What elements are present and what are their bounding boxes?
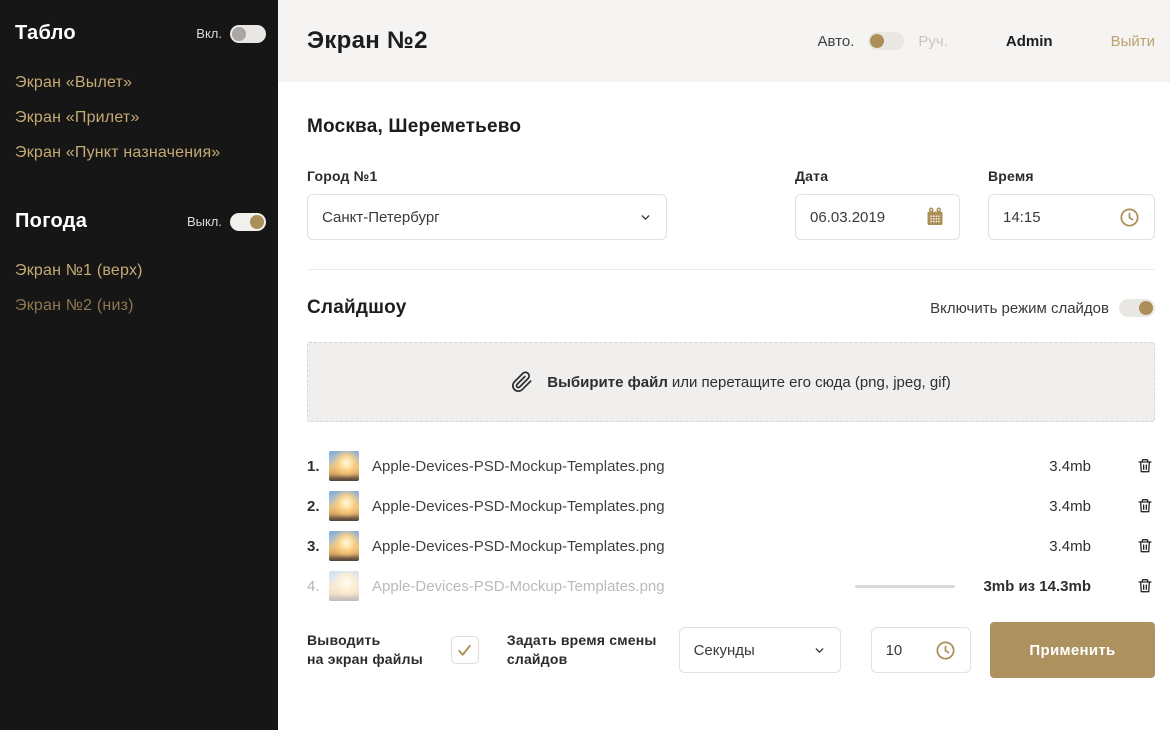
logout-link[interactable]: Выйти <box>1111 33 1155 50</box>
slide-interval-label-line2: слайдов <box>507 651 568 667</box>
slideshow-heading: Слайдшоу <box>307 297 406 319</box>
date-input-box <box>795 194 960 240</box>
interval-value-input[interactable] <box>886 642 935 659</box>
apply-button[interactable]: Применить <box>990 622 1155 678</box>
upload-progress-bar <box>855 585 955 588</box>
file-number: 1. <box>307 458 329 475</box>
delete-file-button[interactable] <box>1137 576 1155 596</box>
toggle-knob <box>1139 301 1153 315</box>
weather-toggle-label: Выкл. <box>187 214 222 229</box>
file-thumbnail <box>329 451 359 481</box>
board-toggle-label: Вкл. <box>196 26 222 41</box>
sidebar: Табло Вкл. Экран «Вылет» Экран «Прилет» … <box>0 0 278 730</box>
file-number: 4. <box>307 578 329 595</box>
delete-file-button[interactable] <box>1137 496 1155 516</box>
file-thumbnail <box>329 531 359 561</box>
board-section-title: Табло <box>15 22 76 45</box>
interval-value-box <box>871 627 971 673</box>
file-number: 2. <box>307 498 329 515</box>
slide-interval-label-line1: Задать время смены <box>507 632 657 648</box>
topbar: Экран №2 Авто. Руч. Admin Выйти <box>278 0 1170 82</box>
city-select-value: Санкт-Петербург <box>322 209 440 226</box>
date-label: Дата <box>795 168 960 184</box>
sidebar-item-screen-2-bottom[interactable]: Экран №2 (низ) <box>15 288 266 323</box>
calendar-icon[interactable] <box>925 207 945 227</box>
time-input-box <box>988 194 1155 240</box>
file-thumbnail <box>329 491 359 521</box>
output-files-label: Выводить на экран файлы <box>307 631 423 669</box>
toggle-knob <box>232 27 246 41</box>
date-input[interactable] <box>810 209 925 226</box>
file-upload-dropzone[interactable]: Выбирите файлили перетащите его сюда (pn… <box>307 342 1155 422</box>
output-files-label-line2: на экран файлы <box>307 651 423 667</box>
city-label: Город №1 <box>307 168 667 184</box>
delete-file-button[interactable] <box>1137 456 1155 476</box>
sidebar-section-board: Табло Вкл. <box>15 22 266 45</box>
mode-manual-label: Руч. <box>918 33 948 50</box>
output-files-label-line1: Выводить <box>307 632 380 648</box>
file-list: 1. Apple-Devices-PSD-Mockup-Templates.pn… <box>307 446 1155 606</box>
upload-choose-file-label: Выбирите файл <box>547 374 668 391</box>
file-upload-size: 3mb из 14.3mb <box>983 578 1091 595</box>
file-row-uploading: 4. Apple-Devices-PSD-Mockup-Templates.pn… <box>307 566 1155 606</box>
mode-toggle[interactable] <box>868 32 904 50</box>
clock-icon[interactable] <box>1119 207 1140 228</box>
upload-hint-label: или перетащите его сюда (png, jpeg, gif) <box>672 374 951 391</box>
main-area: Экран №2 Авто. Руч. Admin Выйти Москва, … <box>278 0 1170 730</box>
file-size: 3.4mb <box>1031 538 1091 555</box>
file-name: Apple-Devices-PSD-Mockup-Templates.png <box>372 578 665 595</box>
slide-interval-label: Задать время смены слайдов <box>507 631 657 669</box>
paperclip-icon <box>511 371 533 393</box>
board-nav: Экран «Вылет» Экран «Прилет» Экран «Пунк… <box>15 65 266 170</box>
location-heading: Москва, Шереметьево <box>307 116 1155 138</box>
weather-nav: Экран №1 (верх) Экран №2 (низ) <box>15 253 266 323</box>
slideshow-enable-toggle[interactable] <box>1119 299 1155 317</box>
file-row: 3. Apple-Devices-PSD-Mockup-Templates.pn… <box>307 526 1155 566</box>
slideshow-controls: Выводить на экран файлы Задать время сме… <box>307 622 1155 678</box>
time-input[interactable] <box>1003 209 1119 226</box>
chevron-down-icon <box>813 644 826 657</box>
file-thumbnail <box>329 571 359 601</box>
file-name: Apple-Devices-PSD-Mockup-Templates.png <box>372 538 665 555</box>
delete-file-button[interactable] <box>1137 536 1155 556</box>
user-name: Admin <box>1006 33 1053 50</box>
chevron-down-icon <box>639 211 652 224</box>
slideshow-header: Слайдшоу Включить режим слайдов <box>307 297 1155 319</box>
toggle-knob <box>250 215 264 229</box>
sidebar-item-arrival-screen[interactable]: Экран «Прилет» <box>15 100 266 135</box>
file-row: 2. Apple-Devices-PSD-Mockup-Templates.pn… <box>307 486 1155 526</box>
city-select[interactable]: Санкт-Петербург <box>307 194 667 240</box>
clock-icon[interactable] <box>935 640 956 661</box>
time-label: Время <box>988 168 1155 184</box>
interval-unit-select[interactable]: Секунды <box>679 627 841 673</box>
toggle-knob <box>870 34 884 48</box>
sidebar-item-departure-screen[interactable]: Экран «Вылет» <box>15 65 266 100</box>
sidebar-item-screen-1-top[interactable]: Экран №1 (верх) <box>15 253 266 288</box>
weather-toggle[interactable] <box>230 213 266 231</box>
weather-section-title: Погода <box>15 210 87 233</box>
page-title: Экран №2 <box>307 27 428 55</box>
file-number: 3. <box>307 538 329 555</box>
interval-unit-value: Секунды <box>694 642 755 659</box>
file-name: Apple-Devices-PSD-Mockup-Templates.png <box>372 498 665 515</box>
mode-auto-label: Авто. <box>818 33 855 50</box>
sidebar-section-weather: Погода Выкл. <box>15 210 266 233</box>
sidebar-item-destination-screen[interactable]: Экран «Пункт назначения» <box>15 135 266 170</box>
file-size: 3.4mb <box>1031 498 1091 515</box>
slideshow-enable-label: Включить режим слайдов <box>930 300 1109 317</box>
content: Москва, Шереметьево Город №1 Санкт-Петер… <box>278 82 1170 678</box>
location-form: Город №1 Санкт-Петербург Дата <box>307 168 1155 240</box>
section-divider <box>307 269 1155 270</box>
output-files-checkbox[interactable] <box>451 636 479 664</box>
file-row: 1. Apple-Devices-PSD-Mockup-Templates.pn… <box>307 446 1155 486</box>
file-size: 3.4mb <box>1031 458 1091 475</box>
file-name: Apple-Devices-PSD-Mockup-Templates.png <box>372 458 665 475</box>
board-toggle[interactable] <box>230 25 266 43</box>
